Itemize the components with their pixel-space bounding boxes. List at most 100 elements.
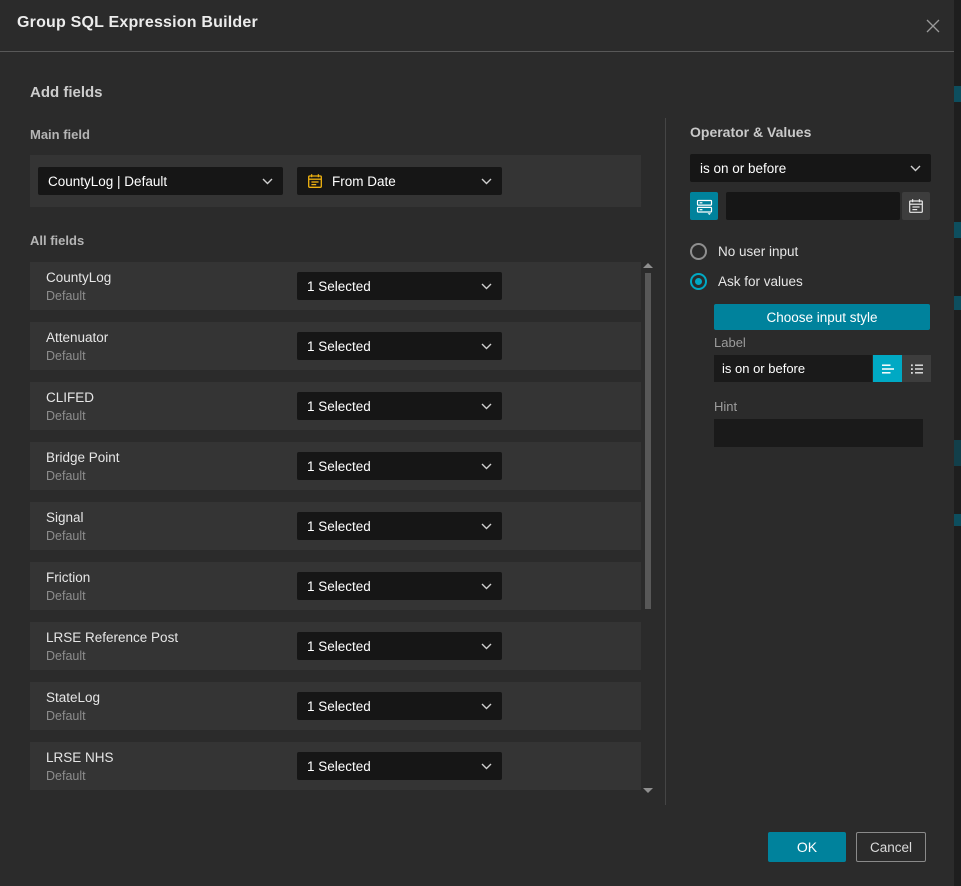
- single-input-style-button[interactable]: [873, 355, 902, 382]
- radio-no-user-input-label: No user input: [718, 244, 798, 259]
- edge-accent: [954, 514, 961, 526]
- field-row: Signal Default 1 Selected: [30, 502, 641, 550]
- radio-ask-for-values[interactable]: Ask for values: [690, 273, 803, 290]
- field-selection-dropdown[interactable]: 1 Selected: [297, 512, 502, 540]
- selection-value: 1 Selected: [307, 519, 371, 534]
- cancel-button[interactable]: Cancel: [856, 832, 926, 862]
- scroll-up-arrow[interactable]: [643, 263, 653, 268]
- column-divider: [665, 118, 666, 805]
- dialog-title: Group SQL Expression Builder: [17, 14, 258, 32]
- field-subtitle: Default: [46, 409, 86, 423]
- group-sql-expression-builder-dialog: Group SQL Expression Builder Add fields …: [0, 0, 954, 886]
- edge-accent: [954, 296, 961, 310]
- field-subtitle: Default: [46, 529, 86, 543]
- selection-value: 1 Selected: [307, 399, 371, 414]
- selection-value: 1 Selected: [307, 339, 371, 354]
- field-subtitle: Default: [46, 769, 86, 783]
- radio-ask-for-values-label: Ask for values: [718, 274, 803, 289]
- list-input-style-button[interactable]: [902, 355, 931, 382]
- field-selection-dropdown[interactable]: 1 Selected: [297, 452, 502, 480]
- value-input[interactable]: [726, 192, 900, 220]
- field-selection-dropdown[interactable]: 1 Selected: [297, 392, 502, 420]
- field-name: LRSE NHS: [46, 750, 114, 765]
- selection-value: 1 Selected: [307, 459, 371, 474]
- close-button[interactable]: [920, 13, 946, 39]
- field-row: StateLog Default 1 Selected: [30, 682, 641, 730]
- bulleted-list-icon: [909, 361, 925, 377]
- chevron-down-icon: [262, 178, 273, 185]
- main-date-field-value: From Date: [332, 174, 396, 189]
- field-name: StateLog: [46, 690, 100, 705]
- field-name: Friction: [46, 570, 90, 585]
- calendar-icon: [307, 173, 323, 189]
- scrollbar-thumb[interactable]: [645, 273, 651, 609]
- chevron-down-icon: [481, 178, 492, 185]
- field-selection-dropdown[interactable]: 1 Selected: [297, 692, 502, 720]
- field-selection-dropdown[interactable]: 1 Selected: [297, 572, 502, 600]
- chevron-down-icon: [481, 763, 492, 770]
- field-subtitle: Default: [46, 289, 86, 303]
- background-app-edge: [954, 0, 961, 886]
- chevron-down-icon: [481, 643, 492, 650]
- label-heading: Label: [714, 335, 746, 350]
- field-name: CountyLog: [46, 270, 111, 285]
- field-selection-dropdown[interactable]: 1 Selected: [297, 752, 502, 780]
- unique-values-icon: [696, 198, 713, 215]
- radio-circle: [690, 243, 707, 260]
- hint-heading: Hint: [714, 399, 737, 414]
- chevron-down-icon: [481, 703, 492, 710]
- screen: Group SQL Expression Builder Add fields …: [0, 0, 961, 886]
- selection-value: 1 Selected: [307, 699, 371, 714]
- field-subtitle: Default: [46, 709, 86, 723]
- radio-circle-checked: [690, 273, 707, 290]
- field-name: Attenuator: [46, 330, 108, 345]
- field-selection-dropdown[interactable]: 1 Selected: [297, 332, 502, 360]
- chevron-down-icon: [481, 343, 492, 350]
- field-name: LRSE Reference Post: [46, 630, 178, 645]
- edge-accent: [954, 86, 961, 102]
- close-icon: [923, 16, 943, 36]
- selection-value: 1 Selected: [307, 759, 371, 774]
- list-scrollbar[interactable]: [643, 261, 653, 795]
- operator-value: is on or before: [700, 161, 786, 176]
- chevron-down-icon: [481, 283, 492, 290]
- add-fields-heading: Add fields: [30, 84, 103, 101]
- radio-no-user-input[interactable]: No user input: [690, 243, 798, 260]
- selection-value: 1 Selected: [307, 639, 371, 654]
- operator-dropdown[interactable]: is on or before: [690, 154, 931, 182]
- edge-accent: [954, 222, 961, 238]
- field-selection-dropdown[interactable]: 1 Selected: [297, 632, 502, 660]
- layer-dropdown[interactable]: CountyLog | Default: [38, 167, 283, 195]
- main-date-field-dropdown[interactable]: From Date: [297, 167, 502, 195]
- choose-input-style-button[interactable]: Choose input style: [714, 304, 930, 330]
- field-subtitle: Default: [46, 349, 86, 363]
- chevron-down-icon: [910, 165, 921, 172]
- scroll-down-arrow[interactable]: [643, 788, 653, 793]
- field-row: Bridge Point Default 1 Selected: [30, 442, 641, 490]
- field-row: Attenuator Default 1 Selected: [30, 322, 641, 370]
- field-selection-dropdown[interactable]: 1 Selected: [297, 272, 502, 300]
- main-field-heading: Main field: [30, 127, 90, 142]
- edge-accent: [954, 440, 961, 466]
- field-name: Signal: [46, 510, 84, 525]
- all-fields-list: CountyLog Default 1 Selected Attenuator …: [30, 262, 641, 802]
- field-row: CountyLog Default 1 Selected: [30, 262, 641, 310]
- field-subtitle: Default: [46, 589, 86, 603]
- operator-values-heading: Operator & Values: [690, 124, 811, 140]
- field-subtitle: Default: [46, 649, 86, 663]
- chevron-down-icon: [481, 523, 492, 530]
- chevron-down-icon: [481, 403, 492, 410]
- calendar-icon: [908, 198, 924, 214]
- date-picker-button[interactable]: [902, 192, 930, 220]
- all-fields-heading: All fields: [30, 233, 84, 248]
- field-row: CLIFED Default 1 Selected: [30, 382, 641, 430]
- field-subtitle: Default: [46, 469, 86, 483]
- value-source-button[interactable]: [690, 192, 718, 220]
- field-row: LRSE Reference Post Default 1 Selected: [30, 622, 641, 670]
- align-left-icon: [880, 361, 896, 377]
- selection-value: 1 Selected: [307, 579, 371, 594]
- hint-input[interactable]: [714, 419, 923, 447]
- label-input[interactable]: [714, 355, 872, 382]
- chevron-down-icon: [481, 583, 492, 590]
- ok-button[interactable]: OK: [768, 832, 846, 862]
